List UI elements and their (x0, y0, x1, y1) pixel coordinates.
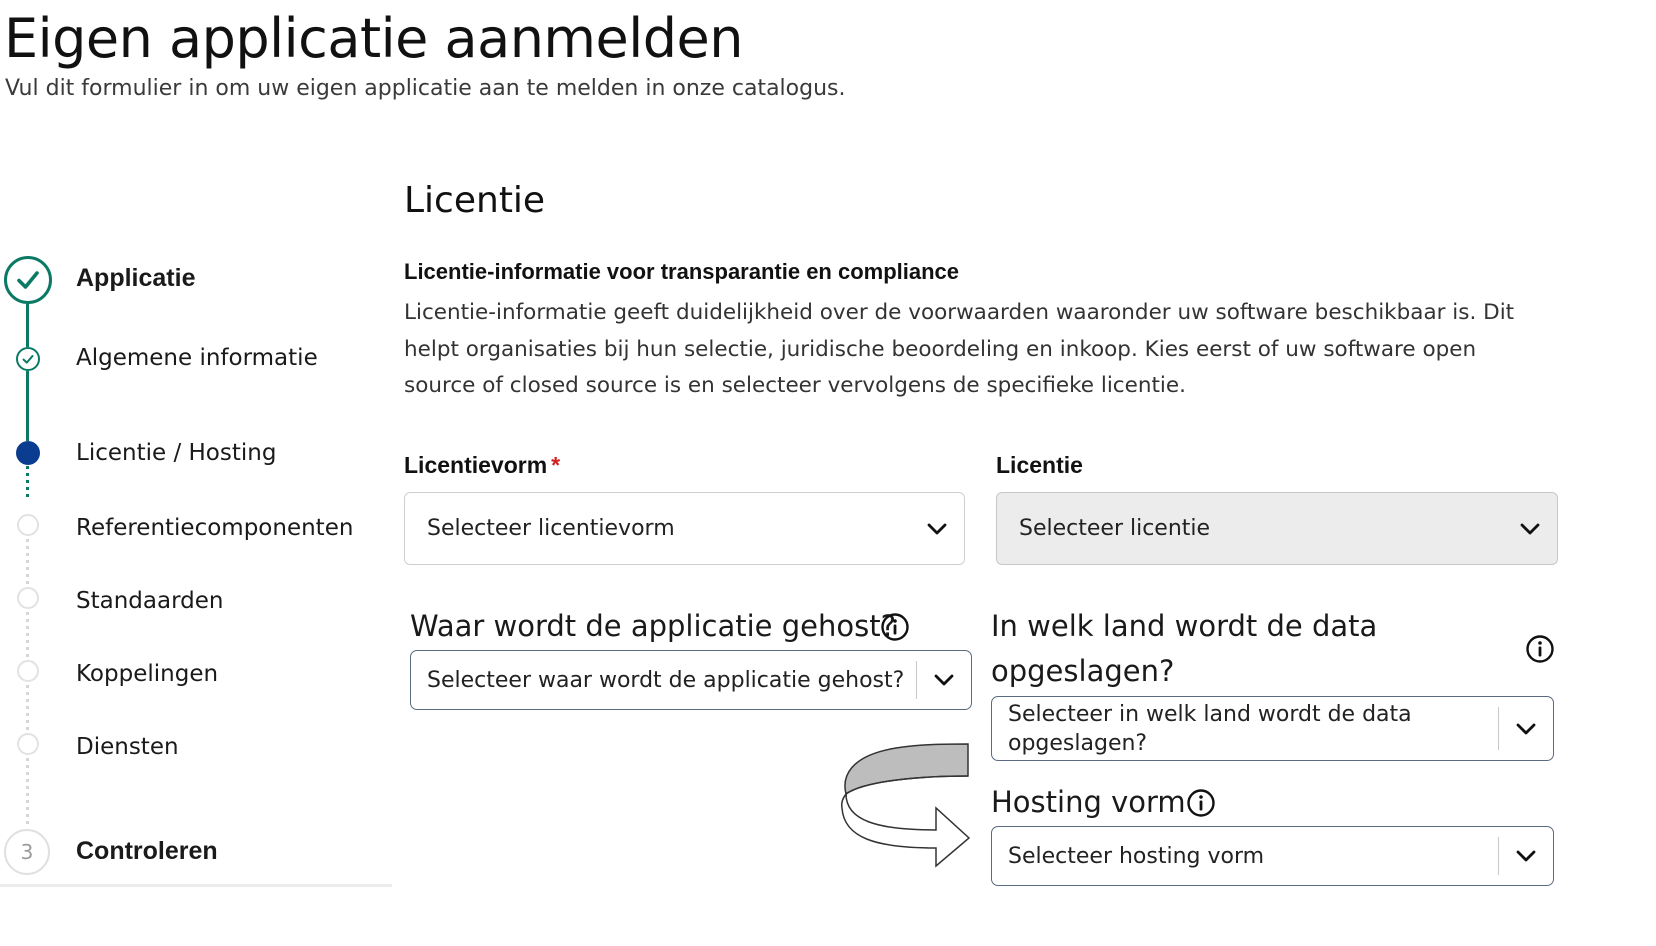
page-subtitle: Vul dit formulier in om uw eigen applica… (5, 76, 846, 101)
data-land-label: In welk land wordt de data opgeslagen? (991, 609, 1378, 688)
stepper-line-pending (26, 758, 29, 828)
licentie-label: Licentie (996, 452, 1083, 478)
chevron-down-icon[interactable] (910, 522, 964, 536)
check-icon (4, 256, 52, 304)
active-step-dot-icon (16, 441, 40, 465)
pending-step-icon (17, 733, 39, 755)
section-title: Licentie (404, 180, 546, 221)
step-referentiecomponenten[interactable]: Referentiecomponenten (76, 515, 353, 541)
chevron-down-icon[interactable] (917, 673, 971, 687)
step-controleren[interactable]: Controleren (76, 837, 218, 866)
data-land-placeholder: Selecteer in welk land wordt de data opg… (1008, 701, 1412, 756)
stepper-line-pending (26, 685, 29, 737)
hosting-label: Waar wordt de applicatie gehost? (410, 609, 896, 643)
divider (0, 884, 392, 887)
licentievorm-placeholder: Selecteer licentievorm (427, 516, 675, 541)
hosting-select[interactable]: Selecteer waar wordt de applicatie gehos… (410, 650, 972, 710)
stepper-line-completed (26, 303, 29, 347)
info-icon[interactable] (880, 612, 910, 642)
chevron-down-icon[interactable] (1503, 522, 1557, 536)
licentievorm-select[interactable]: Selecteer licentievorm (404, 492, 965, 565)
chevron-down-icon[interactable] (1499, 849, 1553, 863)
licentievorm-label: Licentievorm * (404, 452, 560, 479)
step-number-badge: 3 (4, 829, 50, 875)
step-diensten[interactable]: Diensten (76, 734, 179, 760)
pending-step-icon (17, 660, 39, 682)
check-icon (16, 347, 40, 371)
hosting-vorm-placeholder: Selecteer hosting vorm (1008, 843, 1265, 869)
data-land-select[interactable]: Selecteer in welk land wordt de data opg… (991, 696, 1554, 761)
chevron-down-icon[interactable] (1499, 722, 1553, 736)
stepper-line-pending (26, 612, 29, 664)
step-standaarden[interactable]: Standaarden (76, 588, 223, 614)
pending-step-icon (17, 514, 39, 536)
hosting-vorm-select[interactable]: Selecteer hosting vorm (991, 826, 1554, 886)
hosting-vorm-label: Hosting vorm (991, 785, 1186, 819)
licentievorm-label-text: Licentievorm (404, 452, 548, 478)
step-licentie-hosting[interactable]: Licentie / Hosting (76, 440, 276, 466)
licentie-placeholder: Selecteer licentie (1019, 516, 1211, 541)
curved-arrow-icon (841, 743, 971, 868)
info-icon[interactable] (1525, 634, 1555, 664)
stepper-line-pending (26, 539, 29, 591)
hosting-placeholder: Selecteer waar wordt de applicatie gehos… (427, 667, 905, 693)
intro-heading: Licentie-informatie voor transparantie e… (404, 259, 960, 284)
step-koppelingen[interactable]: Koppelingen (76, 661, 218, 687)
step-applicatie[interactable]: Applicatie (76, 264, 195, 293)
pending-step-icon (17, 587, 39, 609)
licentie-select[interactable]: Selecteer licentie (996, 492, 1558, 565)
stepper-line-completed (26, 371, 29, 441)
required-marker: * (551, 452, 561, 478)
step-algemene-informatie[interactable]: Algemene informatie (76, 345, 318, 371)
page-title: Eigen applicatie aanmelden (4, 7, 743, 70)
stepper-line-active (26, 466, 29, 498)
info-icon[interactable] (1186, 788, 1216, 818)
intro-text: Licentie-informatie geeft duidelijkheid … (404, 300, 1515, 398)
